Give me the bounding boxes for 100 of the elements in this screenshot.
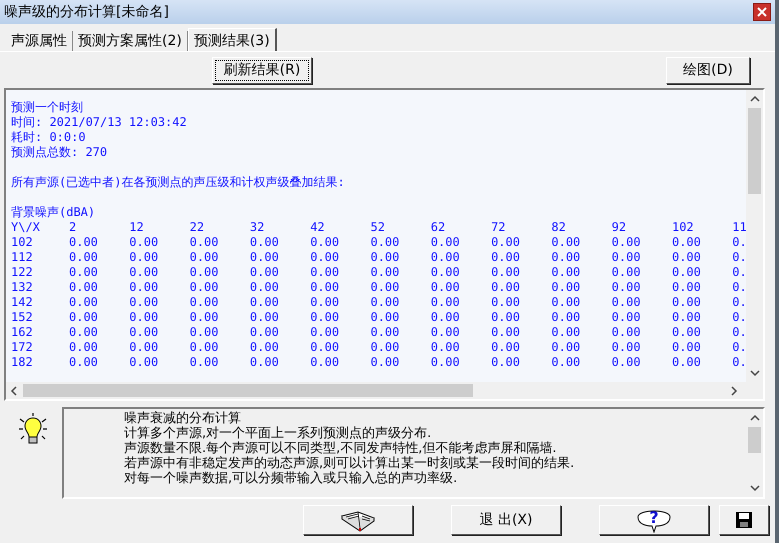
table-cell: 0.00 xyxy=(310,280,340,294)
table-cell: 0. xyxy=(732,280,746,294)
table-cell: 0.00 xyxy=(491,280,520,294)
table-cell: 0.00 xyxy=(551,325,580,339)
table-cell: 0.00 xyxy=(672,295,701,309)
plot-button[interactable]: 绘图(D) xyxy=(666,56,750,84)
table-cell: 0.00 xyxy=(129,235,158,249)
column-header: 32 xyxy=(250,220,264,234)
table-cell: 0.00 xyxy=(370,295,400,309)
help-button[interactable]: ? xyxy=(599,505,709,535)
table-cell: 0.00 xyxy=(612,355,641,369)
table-cell: 0.00 xyxy=(430,235,460,249)
table-cell: 0.00 xyxy=(129,295,158,309)
table-cell: 0.00 xyxy=(612,235,641,249)
horizontal-scrollbar[interactable] xyxy=(6,382,763,399)
table-cell: 0.00 xyxy=(672,340,701,354)
column-header: 82 xyxy=(551,220,566,234)
refresh-button[interactable]: 刷新结果(R) xyxy=(212,56,312,84)
column-header: 102 xyxy=(672,220,694,234)
table-cell: 0.00 xyxy=(491,265,520,279)
row-header: 152 xyxy=(11,310,33,324)
table-cell: 0.00 xyxy=(190,340,218,354)
scrollbar-thumb[interactable] xyxy=(748,108,761,194)
column-header: 62 xyxy=(430,220,446,234)
manual-button[interactable] xyxy=(303,505,413,535)
table-cell: 0.00 xyxy=(250,325,279,339)
table-cell: 0.00 xyxy=(129,355,158,369)
table-cell: 0.00 xyxy=(491,235,520,249)
table-cell: 0.00 xyxy=(69,280,98,294)
table-cell: 0.00 xyxy=(430,310,460,324)
table-cell: 0.00 xyxy=(190,280,218,294)
close-icon xyxy=(757,7,767,17)
table-cell: 0.00 xyxy=(69,325,98,339)
table-cell: 0.00 xyxy=(250,280,279,294)
table-cell: 0.00 xyxy=(612,325,641,339)
exit-button[interactable]: 退 出(X) xyxy=(451,505,561,535)
save-button[interactable] xyxy=(719,505,769,535)
table-cell: 0.00 xyxy=(310,235,340,249)
table-cell: 0.00 xyxy=(69,250,98,264)
window-title: 噪声级的分布计算[未命名] xyxy=(4,2,169,22)
table-cell: 0.00 xyxy=(190,355,218,369)
table-cell: 0.00 xyxy=(310,310,340,324)
table-cell: 0.00 xyxy=(430,325,460,339)
table-cell: 0.00 xyxy=(430,280,460,294)
table-cell: 0.00 xyxy=(69,310,98,324)
tab[interactable]: 声源属性 xyxy=(6,31,73,51)
table-cell: 0.00 xyxy=(370,310,400,324)
column-header: 11 xyxy=(732,220,746,234)
close-button[interactable] xyxy=(753,3,771,21)
row-header: 162 xyxy=(11,325,33,339)
scrollbar-thumb[interactable] xyxy=(748,427,761,453)
table-cell: 0.00 xyxy=(370,250,400,264)
table-cell: 0.00 xyxy=(672,355,701,369)
table-cell: 0.00 xyxy=(551,295,580,309)
table-cell: 0.00 xyxy=(69,340,98,354)
tab[interactable]: 预测结果(3) xyxy=(188,28,277,51)
row-header: 142 xyxy=(11,295,33,309)
table-cell: 0.00 xyxy=(310,340,340,354)
table-cell: 0.00 xyxy=(612,340,641,354)
table-cell: 0. xyxy=(732,295,746,309)
column-header: 72 xyxy=(491,220,506,234)
table-cell: 0.00 xyxy=(310,325,340,339)
table-cell: 0.00 xyxy=(69,265,98,279)
table-cell: 0.00 xyxy=(551,355,580,369)
table-cell: 0.00 xyxy=(672,310,701,324)
table-cell: 0.00 xyxy=(370,265,400,279)
scrollbar-thumb[interactable] xyxy=(23,384,473,397)
result-summary: 所有声源(已选中者)在各预测点的声压级和计权声级叠加结果: xyxy=(11,175,346,190)
info-title: 噪声衰减的分布计算 xyxy=(124,411,242,426)
table-cell: 0.00 xyxy=(612,280,641,294)
column-header: 2 xyxy=(69,220,76,234)
table-cell: 0. xyxy=(732,235,746,249)
column-header: 42 xyxy=(310,220,325,234)
table-cell: 0.00 xyxy=(69,295,98,309)
table-cell: 0.00 xyxy=(551,310,580,324)
table-cell: 0.00 xyxy=(370,325,400,339)
table-cell: 0.00 xyxy=(129,265,158,279)
table-cell: 0. xyxy=(732,250,746,264)
column-header: 12 xyxy=(129,220,144,234)
table-cell: 0.00 xyxy=(612,310,641,324)
vertical-scrollbar[interactable] xyxy=(746,90,763,382)
row-header: 102 xyxy=(11,235,33,249)
table-cell: 0.00 xyxy=(370,340,400,354)
table-cell: 0.00 xyxy=(551,280,580,294)
table-cell: 0.00 xyxy=(491,340,520,354)
table-cell: 0.00 xyxy=(672,280,701,294)
row-header: 122 xyxy=(11,265,33,279)
table-cell: 0.00 xyxy=(491,310,520,324)
table-cell: 0.00 xyxy=(69,235,98,249)
table-cell: 0.00 xyxy=(370,280,400,294)
table-cell: 0.00 xyxy=(190,235,218,249)
result-line: 时间: 2021/07/13 12:03:42 xyxy=(11,115,188,130)
table-cell: 0.00 xyxy=(612,250,641,264)
table-cell: 0.00 xyxy=(612,295,641,309)
info-line: 若声源中有非稳定发声的动态声源,则可以计算出某一时刻或某一段时间的结果. xyxy=(124,456,576,471)
table-cell: 0.00 xyxy=(190,310,218,324)
table-cell: 0. xyxy=(732,355,746,369)
result-line: 预测一个时刻 xyxy=(11,100,84,115)
column-header: 52 xyxy=(370,220,385,234)
column-header: 92 xyxy=(612,220,626,234)
